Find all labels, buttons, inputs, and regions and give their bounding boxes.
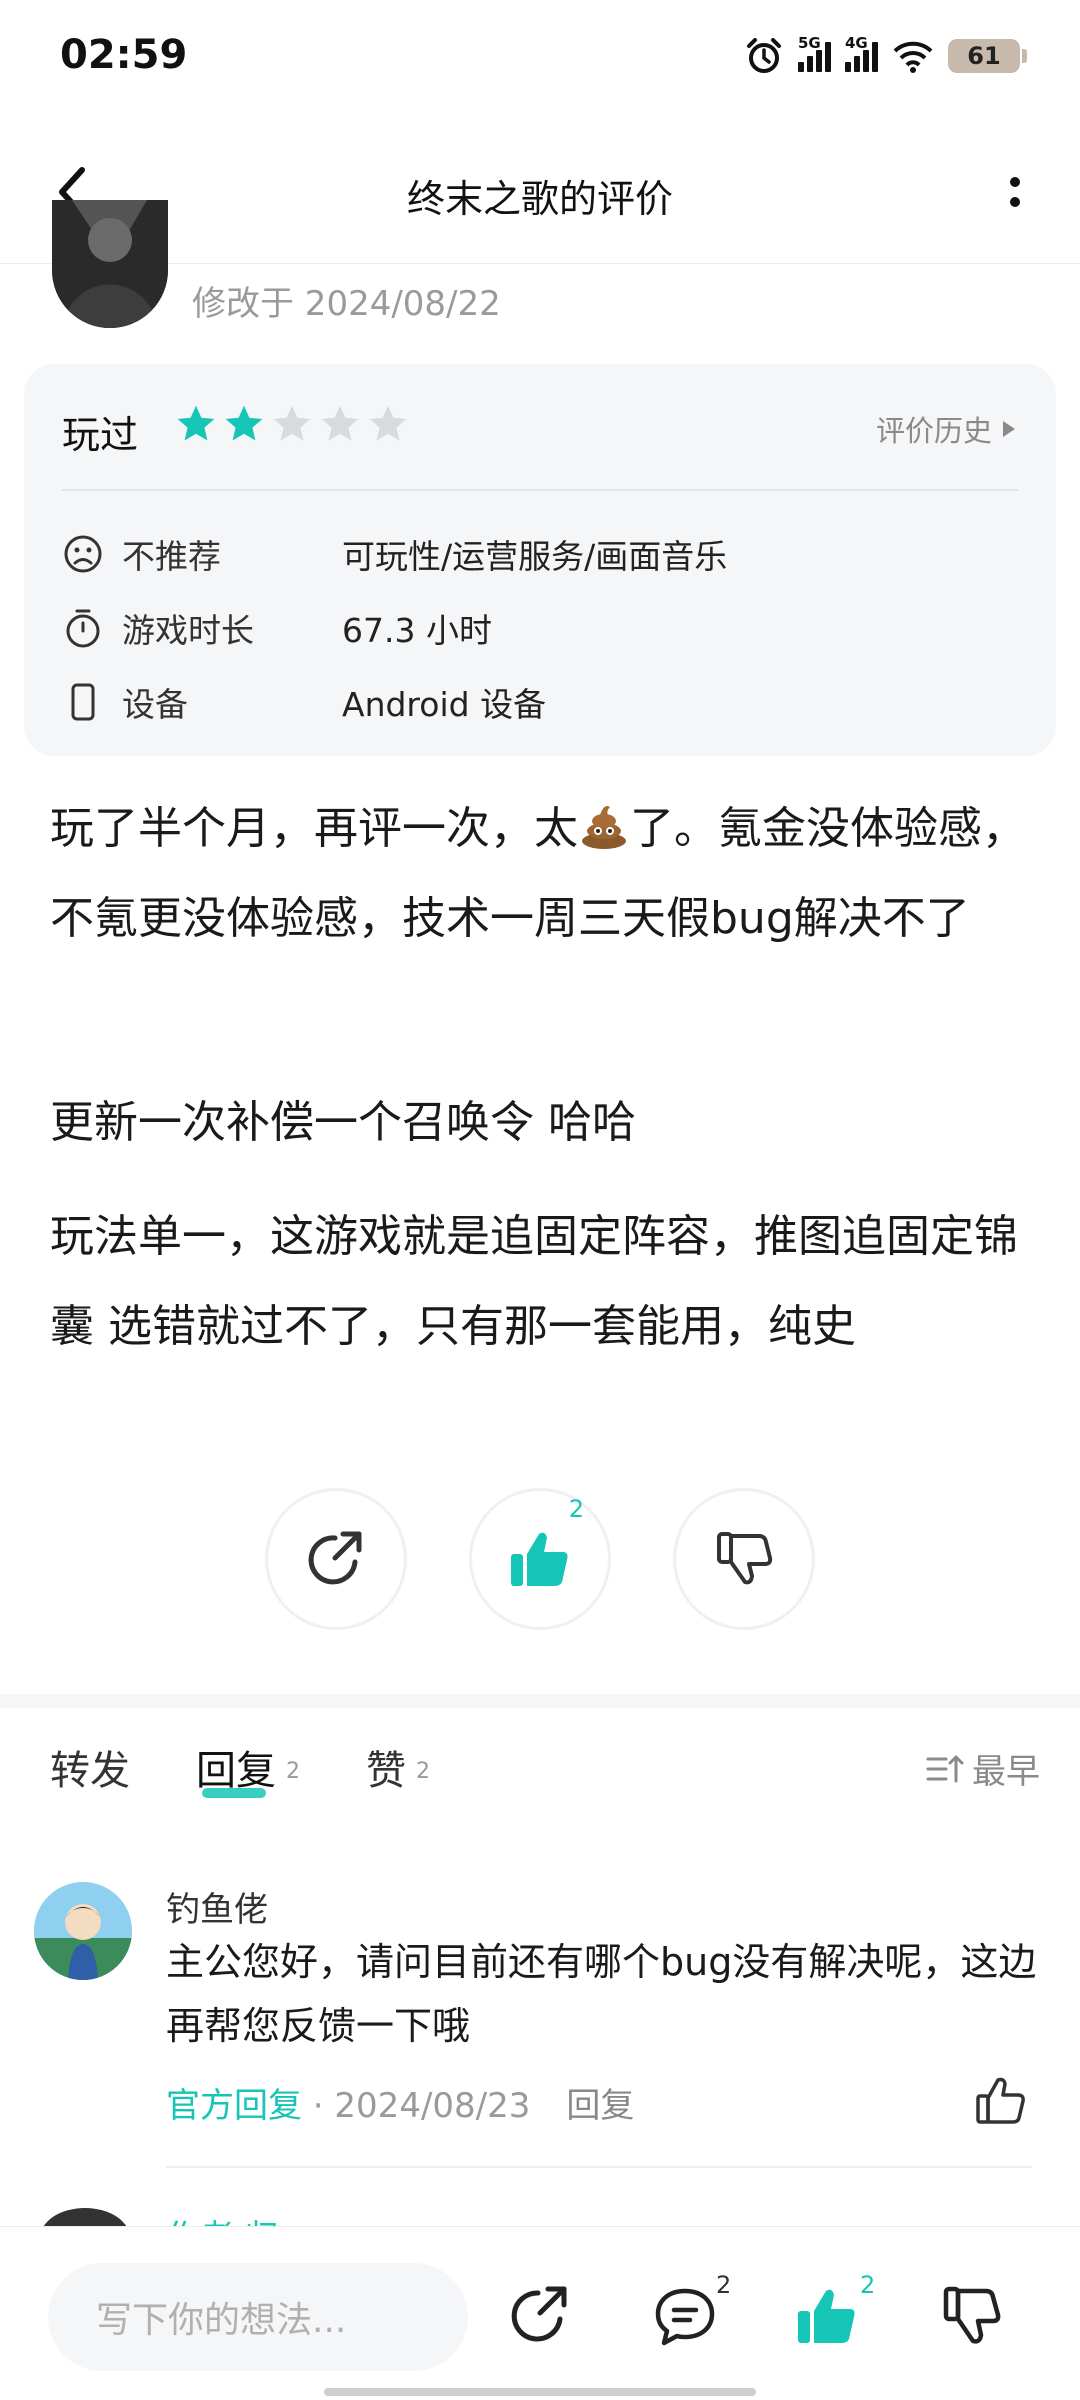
active-tab-indicator [202, 1788, 266, 1798]
thumbs-up-filled-icon[interactable] [794, 2283, 860, 2349]
signal-5g-icon: 5G [798, 34, 831, 72]
comment-icon[interactable] [652, 2283, 718, 2349]
avatar-image [52, 200, 168, 328]
star-filled-icon [177, 405, 215, 441]
review-paragraph-3: 玩法单一，这游戏就是追固定阵容，推图追固定锦囊 选错就过不了，只有那一套能用，纯… [50, 1211, 1018, 1352]
tab-likes-label: 赞 [366, 1748, 406, 1794]
row-value: 可玩性/运营服务/画面音乐 [342, 537, 728, 576]
reply-link[interactable]: 回复 [566, 2086, 634, 2126]
row-playtime: 游戏时长 67.3 小时 [62, 604, 492, 652]
comment-divider [166, 2166, 1032, 2168]
status-time: 02:59 [60, 32, 188, 78]
home-indicator[interactable] [324, 2388, 756, 2396]
review-paragraph-2: 更新一次补偿一个召唤令 哈哈 [50, 1097, 636, 1148]
comment-meta: 官方回复 · 2024/08/23 回复 [166, 2078, 634, 2127]
sad-face-icon [64, 535, 102, 573]
share-button[interactable] [265, 1488, 407, 1630]
poop-emoji-icon [582, 806, 626, 849]
thumbs-down-icon[interactable] [940, 2283, 1006, 2349]
stopwatch-icon [66, 609, 100, 648]
more-options-icon[interactable] [990, 162, 1040, 222]
dislike-button[interactable] [673, 1488, 815, 1630]
status-icons: 5G 4G 61 [744, 34, 1027, 76]
signal-4g-icon: 4G [845, 34, 878, 72]
review-actions: 2 [265, 1488, 815, 1630]
alarm-icon [747, 38, 781, 73]
commenter-name[interactable]: 钓鱼佬 [166, 1882, 268, 1931]
tab-forward[interactable]: 转发 [50, 1738, 130, 1796]
comment-input-placeholder: 写下你的想法... [96, 2300, 347, 2341]
share-icon[interactable] [506, 2283, 572, 2349]
wifi-icon [893, 41, 933, 73]
sort-label: 最早 [972, 1752, 1040, 1792]
row-value: 67.3 小时 [342, 611, 492, 650]
share-icon [308, 1531, 362, 1585]
row-recommendation: 不推荐 可玩性/运营服务/画面音乐 [62, 530, 727, 578]
author-avatar[interactable] [52, 200, 168, 328]
like-count: 2 [568, 1495, 584, 1523]
comment-text: 主公您好，请问目前还有哪个bug没有解决呢，这边再帮您反馈一下哦 [166, 1940, 1037, 2048]
star-empty-icon [273, 405, 311, 441]
like-button[interactable]: 2 [469, 1488, 611, 1630]
official-reply-badge: 官方回复 [166, 2086, 302, 2126]
row-key: 游戏时长 [122, 611, 254, 650]
tab-likes-count: 2 [416, 1759, 430, 1784]
section-divider [0, 1694, 1080, 1708]
row-key: 设备 [122, 685, 188, 724]
comment-date: · 2024/08/23 [302, 2086, 531, 2126]
status-bar: 02:59 5G 4G 61 [0, 0, 1080, 118]
sort-toggle[interactable]: 最早 [926, 1744, 1040, 1793]
thumbs-up-filled-icon [511, 1532, 568, 1586]
bottom-action-bar: 写下你的想法... 2 2 [0, 2226, 1080, 2400]
comment-like-icon[interactable] [974, 2074, 1028, 2128]
battery-level: 61 [967, 42, 1001, 70]
row-device: 设备 Android 设备 [62, 678, 546, 726]
star-empty-icon [369, 405, 407, 441]
review-modified-date: 修改于 2024/08/22 [192, 284, 501, 324]
review-history-label: 评价历史 [875, 414, 992, 448]
sig1-label: 5G [798, 34, 821, 52]
review-history-link[interactable]: 评价历史 [876, 408, 1016, 450]
tab-replies-count: 2 [286, 1759, 300, 1784]
bottom-like-count: 2 [860, 2271, 876, 2299]
star-empty-icon [321, 405, 359, 441]
review-paragraph-1: 玩了半个月，再评一次，太 了。氪金没体验感，不氪更没体验感，技术一周三天假bug… [50, 784, 1040, 964]
sig2-label: 4G [845, 34, 868, 52]
commenter-avatar[interactable] [34, 1882, 132, 1980]
row-key: 不推荐 [122, 537, 221, 576]
review-text-a: 玩了半个月，再评一次，太 [50, 803, 578, 854]
play-triangle-icon [1003, 421, 1015, 437]
tab-likes[interactable]: 赞2 [366, 1738, 430, 1796]
reply-tabs: 转发 回复 2 赞2 最早 [50, 1738, 1040, 1808]
phone-icon [71, 683, 95, 721]
played-label: 玩过 [62, 413, 139, 457]
thumbs-down-icon [717, 1532, 773, 1585]
review-info-card: 玩过 评价历史 不推荐 可玩性/运营服务/画面音乐 游戏时长 67.3 小时 设… [24, 364, 1056, 756]
battery-icon: 61 [948, 39, 1027, 73]
sort-icon [926, 1755, 964, 1782]
comment-input[interactable]: 写下你的想法... [48, 2263, 468, 2371]
card-divider [62, 489, 1018, 491]
star-rating [174, 402, 410, 446]
avatar-image [34, 1882, 132, 1980]
star-filled-icon [225, 405, 263, 441]
tab-forward-label: 转发 [50, 1748, 130, 1794]
row-value: Android 设备 [342, 685, 547, 724]
comment-count: 2 [716, 2271, 732, 2299]
